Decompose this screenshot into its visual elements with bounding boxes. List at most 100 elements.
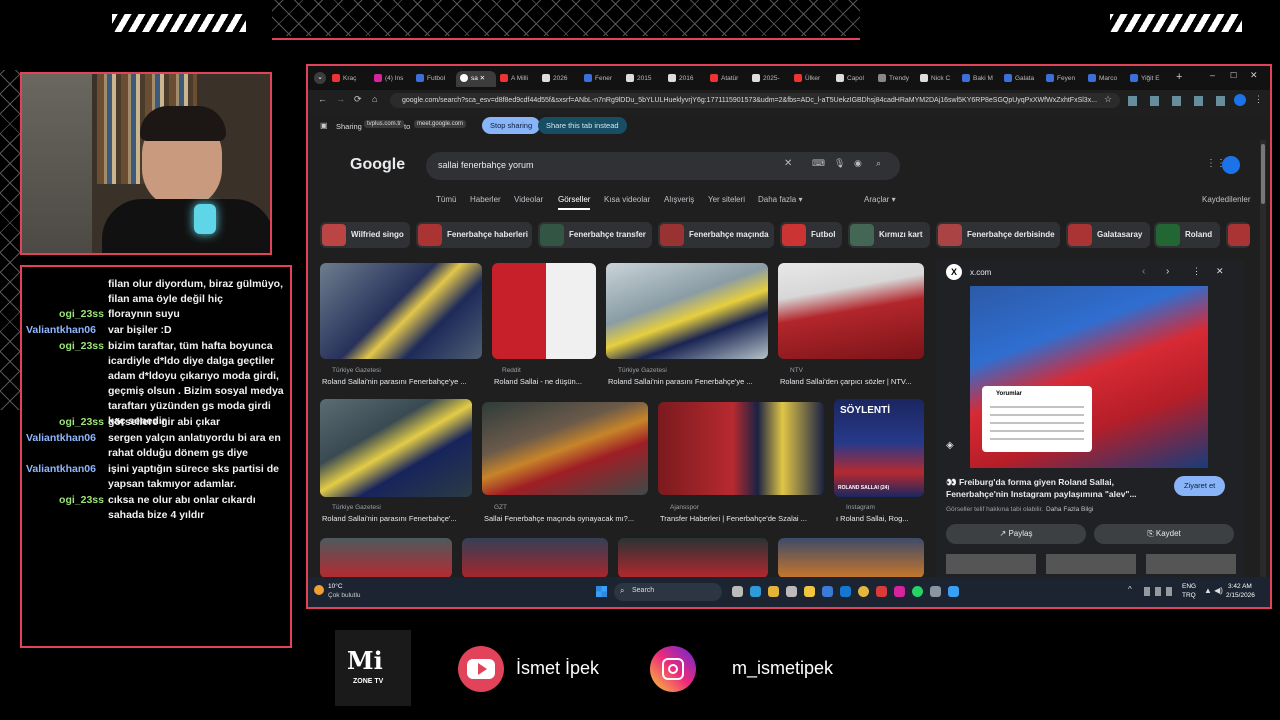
app-icon-blue[interactable] <box>948 586 959 597</box>
search-tab-all[interactable]: Tümü <box>436 195 456 204</box>
address-bar[interactable]: google.com/search?sca_esv=d8f8ed9cdf44d5… <box>390 93 1120 108</box>
browser-menu-icon[interactable]: ⋮ <box>1254 94 1263 105</box>
browser-tab[interactable]: A Milli <box>500 71 540 87</box>
related-chip[interactable]: Galatasaray <box>1066 222 1150 248</box>
save-button[interactable]: ⎘ Kaydet <box>1094 524 1234 544</box>
browser-tab[interactable]: 2015 <box>626 71 666 87</box>
search-tab-local[interactable]: Yer siteleri <box>708 195 745 204</box>
browser-tab[interactable]: 2026 <box>542 71 582 87</box>
browser-tab[interactable]: (4) Ins <box>374 71 414 87</box>
tools-button[interactable]: Araçlar ▾ <box>864 195 896 204</box>
account-avatar[interactable] <box>1222 156 1240 174</box>
image-result[interactable] <box>320 538 452 578</box>
search-input[interactable]: sallai fenerbahçe yorum <box>438 160 534 170</box>
browser-tab[interactable]: Capol <box>836 71 876 87</box>
lens-icon[interactable]: ◈ <box>946 440 954 451</box>
saved-button[interactable]: Kaydedilenler <box>1202 195 1250 204</box>
search-tab-more[interactable]: Daha fazla ▾ <box>758 195 802 204</box>
search-tab-short-videos[interactable]: Kısa videolar <box>604 195 650 204</box>
back-icon[interactable]: ← <box>318 94 327 104</box>
related-chip[interactable]: Fenerbahçe derbisinde <box>936 222 1060 248</box>
taskbar-search[interactable]: ⌕ Search <box>614 583 722 601</box>
browser-tab[interactable]: Baki M <box>962 71 1002 87</box>
store-icon[interactable] <box>786 586 797 597</box>
app-icon-red[interactable] <box>876 586 887 597</box>
close-window-icon[interactable]: ✕ <box>1250 70 1258 81</box>
browser-tab[interactable]: Galata <box>1004 71 1044 87</box>
related-chip[interactable]: Roland <box>1154 222 1220 248</box>
browser-tab[interactable]: Kraç <box>332 71 372 87</box>
clear-search-icon[interactable]: ✕ <box>784 158 792 169</box>
tab-search-icon[interactable]: ⌄ <box>314 72 326 84</box>
browser-tab[interactable]: Marco <box>1088 71 1128 87</box>
browser-tab[interactable]: Nick C <box>920 71 960 87</box>
tray-icons[interactable] <box>1144 587 1172 596</box>
browser-tab[interactable]: Fener <box>584 71 624 87</box>
result-caption[interactable]: ı Roland Sallai, Rog... <box>836 514 924 523</box>
clock-date[interactable]: 2/15/2026 <box>1226 592 1255 599</box>
visit-button[interactable]: Ziyaret et <box>1174 476 1226 496</box>
result-caption[interactable]: Roland Sallai'nin parasını Fenerbahçe'ye… <box>608 377 768 386</box>
voice-search-icon[interactable]: 🎙 <box>834 158 845 169</box>
browser-tab[interactable]: Yiğit E <box>1130 71 1170 87</box>
explorer-icon[interactable] <box>768 586 779 597</box>
image-result[interactable] <box>778 538 924 578</box>
browser-tab[interactable]: Futbol <box>416 71 456 87</box>
result-caption[interactable]: Roland Sallai'nin parasını Fenerbahçe'ye… <box>322 377 482 386</box>
image-result[interactable] <box>462 538 608 578</box>
app-icon[interactable] <box>822 586 833 597</box>
image-result[interactable] <box>778 263 924 359</box>
network-volume-icons[interactable]: ▲ ◀) <box>1204 586 1223 595</box>
extension-icons[interactable] <box>1128 96 1238 106</box>
related-chip[interactable]: Wilfried singo <box>320 222 410 248</box>
image-result[interactable] <box>606 263 768 359</box>
prev-arrow-icon[interactable]: ‹ <box>1142 266 1145 277</box>
browser-tab-active[interactable]: sa ✕ <box>456 71 496 87</box>
minimize-icon[interactable]: – <box>1210 70 1215 80</box>
preview-image[interactable]: Yorumlar <box>970 286 1208 468</box>
result-caption[interactable]: Roland Sallai'nin parasını Fenerbahçe'..… <box>322 514 472 523</box>
share-this-tab-button[interactable]: Share this tab instead <box>538 117 627 134</box>
language-secondary[interactable]: TRQ <box>1182 592 1196 599</box>
browser-tab[interactable]: 2016 <box>668 71 708 87</box>
bookmark-star-icon[interactable]: ☆ <box>1104 94 1112 105</box>
preview-title[interactable]: 👀 Freiburg'da forma giyen Roland Sallai,… <box>946 476 1166 500</box>
chrome-icon[interactable] <box>858 586 869 597</box>
image-result[interactable] <box>320 263 482 359</box>
next-arrow-icon[interactable]: › <box>1166 266 1169 277</box>
result-caption[interactable]: Roland Sallai'den çarpıcı sözler | NTV..… <box>780 377 924 386</box>
lens-search-icon[interactable]: ◉ <box>854 158 862 169</box>
scrollbar[interactable] <box>1260 140 1266 577</box>
search-tab-videos[interactable]: Videolar <box>514 195 543 204</box>
browser-tab[interactable]: Trendy <box>878 71 918 87</box>
edge-icon[interactable] <box>750 586 761 597</box>
tray-chevron-icon[interactable]: ^ <box>1128 585 1132 594</box>
browser-tab[interactable]: Ülker <box>794 71 834 87</box>
reload-icon[interactable]: ⟳ <box>354 94 362 105</box>
more-options-icon[interactable]: ⋮ <box>1192 266 1201 277</box>
settings-icon[interactable] <box>930 586 941 597</box>
preview-site[interactable]: x.com <box>970 268 991 277</box>
outlook-icon[interactable] <box>840 586 851 597</box>
result-caption[interactable]: Transfer Haberleri | Fenerbahçe'de Szala… <box>660 514 824 523</box>
result-caption[interactable]: Sallai Fenerbahçe maçında oynayacak mı?.… <box>484 514 648 523</box>
search-tab-news[interactable]: Haberler <box>470 195 501 204</box>
start-icon[interactable] <box>596 586 607 597</box>
home-icon[interactable]: ⌂ <box>372 94 377 104</box>
browser-tab[interactable]: Feyen <box>1046 71 1086 87</box>
whatsapp-icon[interactable] <box>912 586 923 597</box>
image-result[interactable]: SÖYLENTİ ROLAND SALLAI (24) <box>834 399 924 497</box>
related-chip[interactable]: Kırmızı kart <box>848 222 930 248</box>
google-logo[interactable]: Google <box>350 156 405 174</box>
image-result[interactable] <box>658 402 824 495</box>
profile-avatar[interactable] <box>1234 94 1246 106</box>
search-tab-images[interactable]: Görseller <box>558 195 591 210</box>
share-button[interactable]: ↗ Paylaş <box>946 524 1086 544</box>
related-chip[interactable]: Fenerbahçe haberleri <box>416 222 532 248</box>
browser-tab[interactable]: 2025- <box>752 71 792 87</box>
file-manager-icon[interactable] <box>804 586 815 597</box>
keyboard-icon[interactable]: ⌨ <box>812 158 825 169</box>
search-submit-icon[interactable]: ⌕ <box>876 158 881 169</box>
browser-tab[interactable]: Atatür <box>710 71 750 87</box>
weather-temp[interactable]: 10°C <box>328 583 343 590</box>
